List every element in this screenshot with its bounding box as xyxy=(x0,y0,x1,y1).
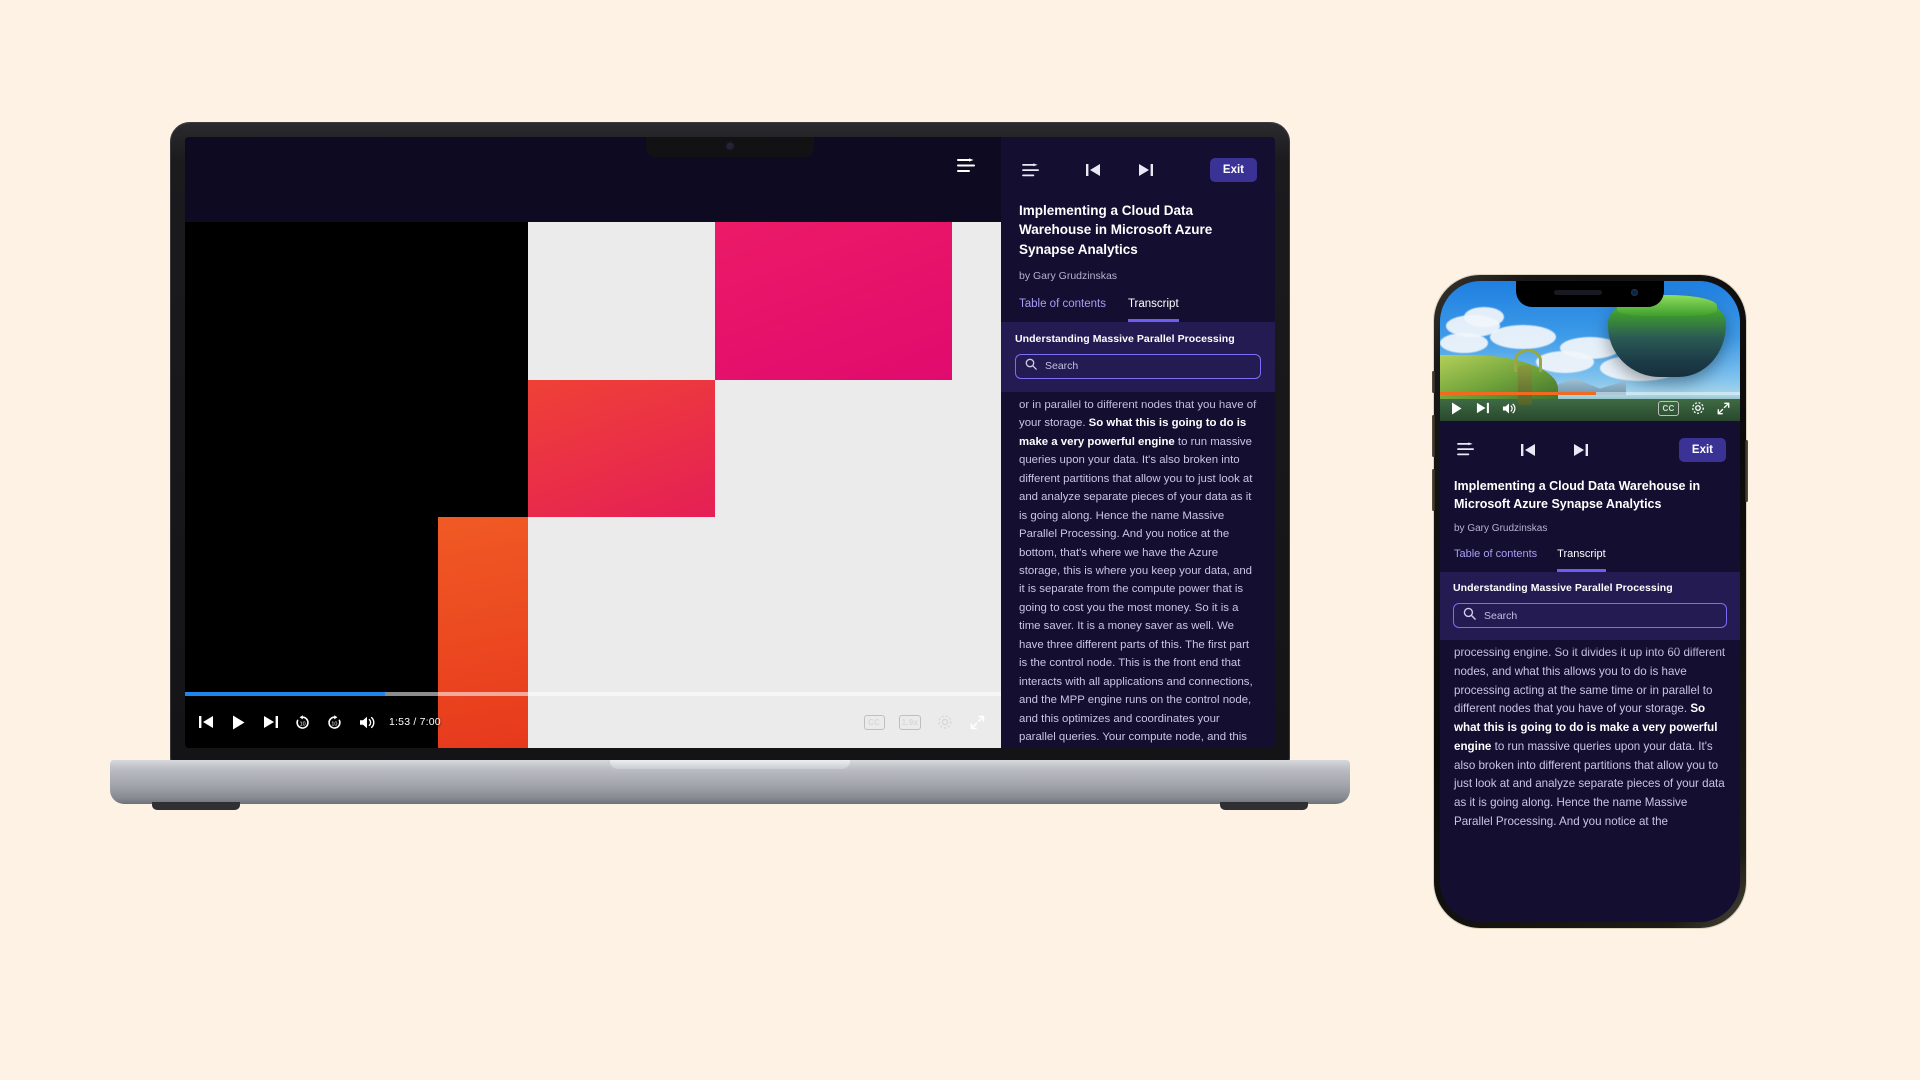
phone-course-panel: Exit Implementing a Cloud Data Warehouse… xyxy=(1440,421,1740,922)
search-input[interactable] xyxy=(1484,609,1717,622)
phone-silence-switch[interactable] xyxy=(1432,371,1435,393)
volume-icon[interactable] xyxy=(357,713,376,732)
next-track-icon[interactable] xyxy=(1568,438,1592,462)
phone-notch xyxy=(1516,281,1664,307)
phone-speaker xyxy=(1554,290,1602,295)
playlist-queue-icon[interactable] xyxy=(1454,438,1478,462)
laptop-foot-left xyxy=(152,802,240,810)
next-track-icon[interactable] xyxy=(1133,158,1157,182)
video-frame-content: 10 10 1:53 / 7:00 CC 1.9x xyxy=(185,222,1001,748)
gear-icon[interactable] xyxy=(935,713,954,732)
previous-track-icon[interactable] xyxy=(1516,438,1540,462)
search-icon xyxy=(1025,357,1037,375)
phone-volume-up-button[interactable] xyxy=(1432,415,1435,457)
laptop-foot-right xyxy=(1220,802,1308,810)
video-progress-bar[interactable] xyxy=(185,692,1001,696)
fullscreen-icon[interactable] xyxy=(1716,401,1731,416)
phone-volume-down-button[interactable] xyxy=(1432,469,1435,511)
transcript-search-block: Understanding Massive Parallel Processin… xyxy=(1440,572,1740,640)
next-track-icon[interactable] xyxy=(261,713,280,732)
floating-island xyxy=(1608,295,1726,377)
next-track-icon[interactable] xyxy=(1475,401,1490,416)
previous-track-icon[interactable] xyxy=(197,713,216,732)
transcript-run: to run massive queries upon your data. I… xyxy=(1454,739,1725,829)
cloud-shape xyxy=(1536,351,1594,373)
transcript-run: to run massive queries upon your data. I… xyxy=(1019,435,1253,744)
video-control-bar: 10 10 1:53 / 7:00 CC 1.9x xyxy=(185,696,1001,748)
svg-text:10: 10 xyxy=(300,721,306,727)
laptop-lid: 10 10 1:53 / 7:00 CC 1.9x Exit Implement… xyxy=(170,122,1290,764)
play-icon[interactable] xyxy=(229,713,248,732)
transcript-fade xyxy=(1440,640,1740,652)
tab-table-of-contents[interactable]: Table of contents xyxy=(1454,548,1537,572)
side-panel-toolbar: Exit xyxy=(1001,137,1275,187)
previous-track-icon[interactable] xyxy=(1081,158,1105,182)
transcript-search-block: Understanding Massive Parallel Processin… xyxy=(1001,321,1275,392)
laptop-base xyxy=(110,760,1350,810)
exit-button[interactable]: Exit xyxy=(1209,158,1257,183)
transcript-body-phone[interactable]: processing engine. So it divides it up i… xyxy=(1440,640,1740,922)
forward-10-icon[interactable]: 10 xyxy=(325,713,344,732)
tab-transcript[interactable]: Transcript xyxy=(1127,298,1179,322)
course-title: Implementing a Cloud Data Warehouse in M… xyxy=(1019,203,1213,257)
transcript-body-laptop[interactable]: or in parallel to different nodes that y… xyxy=(1001,391,1275,748)
cloud-shape xyxy=(1440,333,1488,353)
phone-device: CC Exit Implementing a Cloud Data Wareho… xyxy=(1432,275,1748,928)
course-side-panel: Exit Implementing a Cloud Data Warehouse… xyxy=(1001,137,1275,748)
course-title: Implementing a Cloud Data Warehouse in M… xyxy=(1454,479,1701,511)
phone-power-button[interactable] xyxy=(1745,440,1748,502)
video-right-controls: CC 1.9x xyxy=(863,713,987,732)
rewind-10-icon[interactable]: 10 xyxy=(293,713,312,732)
phone-panel-toolbar: Exit xyxy=(1440,421,1740,465)
chapter-title: Understanding Massive Parallel Processin… xyxy=(1015,332,1235,345)
closed-captions-icon[interactable]: CC xyxy=(1658,400,1679,416)
transcript-run: processing engine. So it divides it up i… xyxy=(1454,646,1726,716)
closed-captions-icon[interactable]: CC xyxy=(863,714,885,730)
playlist-queue-icon[interactable] xyxy=(1019,158,1043,182)
transcript-fade xyxy=(1001,391,1275,404)
phone-frame: CC Exit Implementing a Cloud Data Wareho… xyxy=(1432,275,1748,928)
cloud-shape xyxy=(1464,307,1504,327)
video-time-display: 1:53 / 7:00 xyxy=(389,716,441,728)
tab-table-of-contents[interactable]: Table of contents xyxy=(1019,298,1106,322)
playback-speed-icon[interactable]: 1.9x xyxy=(898,714,921,730)
playlist-queue-icon[interactable] xyxy=(951,151,981,181)
laptop-device: 10 10 1:53 / 7:00 CC 1.9x Exit Implement… xyxy=(110,122,1350,882)
phone-camera-icon xyxy=(1631,289,1638,296)
cloud-shape xyxy=(1490,325,1556,349)
phone-panel-tabs: Table of contents Transcript xyxy=(1440,534,1740,572)
side-panel-tabs: Table of contents Transcript xyxy=(1001,282,1275,322)
search-box[interactable] xyxy=(1015,353,1261,379)
svg-text:10: 10 xyxy=(331,721,337,727)
tab-transcript[interactable]: Transcript xyxy=(1557,548,1606,572)
phone-video-control-bar: CC xyxy=(1440,395,1740,421)
course-author: by Gary Grudzinskas xyxy=(1019,269,1118,282)
phone-screen: CC Exit Implementing a Cloud Data Wareho… xyxy=(1440,281,1740,922)
search-box[interactable] xyxy=(1453,603,1727,628)
video-block-pink xyxy=(715,222,953,380)
video-block-red xyxy=(527,379,716,517)
course-author: by Gary Grudzinskas xyxy=(1454,523,1548,534)
search-input[interactable] xyxy=(1045,360,1251,373)
laptop-screen: 10 10 1:53 / 7:00 CC 1.9x Exit Implement… xyxy=(185,137,1275,748)
gear-icon[interactable] xyxy=(1690,401,1705,416)
laptop-camera-icon xyxy=(727,143,733,149)
progress-fill xyxy=(185,692,385,696)
scene: 10 10 1:53 / 7:00 CC 1.9x Exit Implement… xyxy=(0,0,1920,1080)
search-icon xyxy=(1463,607,1476,625)
exit-button[interactable]: Exit xyxy=(1678,437,1726,462)
chapter-title: Understanding Massive Parallel Processin… xyxy=(1453,582,1673,594)
play-icon[interactable] xyxy=(1449,401,1464,416)
laptop-video-player[interactable]: 10 10 1:53 / 7:00 CC 1.9x xyxy=(185,137,1001,748)
volume-icon[interactable] xyxy=(1501,401,1516,416)
laptop-notch xyxy=(646,137,814,157)
fullscreen-icon[interactable] xyxy=(968,713,987,732)
